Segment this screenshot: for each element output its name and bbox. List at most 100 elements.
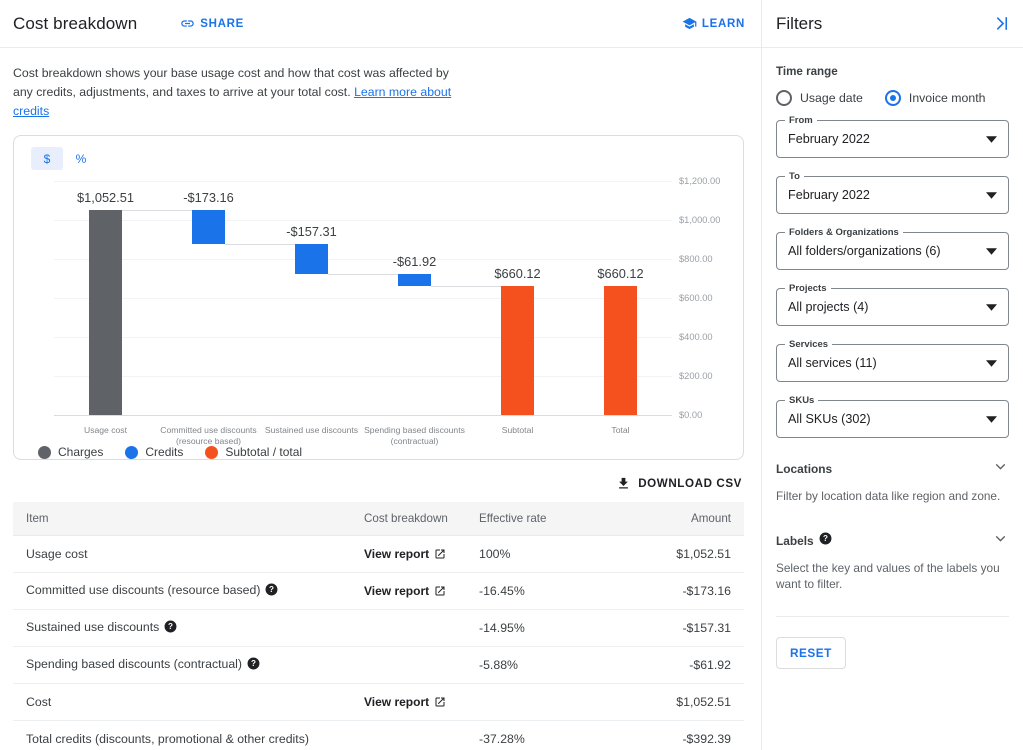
view-report-link[interactable]: View report — [364, 547, 446, 561]
cell-item: Usage cost — [13, 535, 364, 573]
y-axis-tick: $1,200.00 — [679, 176, 721, 186]
waterfall-chart: $0.00 $200.00 $400.00 $600.00 $800.00 $1,000.… — [14, 169, 745, 424]
chart-bar[interactable] — [89, 209, 122, 415]
field-value: February 2022 — [788, 132, 870, 146]
table-body: Usage cost View report 100% $1,052.51 Commit… — [13, 535, 744, 750]
y-axis-tick: $600.00 — [679, 293, 713, 303]
chevron-down-icon — [986, 130, 997, 148]
legend-item[interactable]: Subtotal / total — [205, 445, 302, 459]
external-link-icon — [435, 697, 445, 706]
chevron-down-icon — [986, 186, 997, 204]
chart-bar[interactable] — [295, 243, 328, 275]
share-button[interactable]: SHARE — [180, 16, 244, 31]
column-header-amount: Amount — [624, 502, 744, 536]
y-axis-tick: $200.00 — [679, 371, 713, 381]
filter-select-to[interactable]: To February 2022 — [776, 171, 1009, 214]
chevron-down-icon[interactable] — [992, 530, 1009, 552]
page-title: Cost breakdown — [13, 13, 138, 33]
column-header-item: Item — [13, 502, 364, 536]
cell-item: Sustained use discounts? — [13, 609, 364, 647]
chevron-down-icon — [986, 242, 997, 260]
table-row: Cost View report $1,052.51 — [13, 683, 744, 721]
filters-body: Time range Usage date Invoice month From F… — [762, 48, 1023, 669]
external-link-icon — [435, 586, 445, 595]
bar-value-label: $1,052.51 — [77, 189, 134, 205]
help-icon[interactable]: ? — [164, 620, 177, 636]
sidebar-divider — [776, 616, 1009, 617]
view-report-link[interactable]: View report — [364, 584, 446, 598]
chevron-down-icon — [986, 354, 997, 372]
field-legend: SKUs — [785, 395, 819, 406]
filter-collapse-sections: Locations Filter by location data like re… — [776, 456, 1009, 592]
table-row: Committed use discounts (resource based)… — [13, 572, 744, 610]
field-legend: To — [785, 171, 804, 182]
y-axis-tick: $1,000.00 — [679, 215, 721, 225]
svg-text:?: ? — [823, 534, 828, 543]
legend-label: Charges — [58, 445, 104, 459]
chart-bar[interactable] — [192, 209, 225, 244]
filter-section-labels: Labels? Select the key and values of the … — [776, 528, 1009, 592]
svg-text:?: ? — [269, 585, 274, 594]
cell-item: Total credits (discounts, promotional & … — [13, 720, 364, 750]
cell-cost-breakdown — [364, 646, 479, 684]
radio-option[interactable]: Usage date — [776, 90, 877, 106]
field-legend: From — [785, 115, 817, 126]
y-axis-tick: $400.00 — [679, 332, 713, 342]
table-row: Sustained use discounts? -14.95% -$157.31 — [13, 609, 744, 647]
section-header[interactable]: Locations — [776, 458, 1009, 480]
radio-button[interactable] — [776, 90, 792, 106]
filter-select-folders-organizations[interactable]: Folders & Organizations All folders/organ… — [776, 227, 1009, 270]
page-description: Cost breakdown shows your base usage cos… — [0, 48, 470, 121]
field-value: All SKUs (302) — [788, 412, 871, 426]
x-axis-label: Total — [611, 425, 630, 435]
help-icon[interactable]: ? — [265, 583, 278, 599]
filter-fields: From February 2022 To February 2022 Folders … — [776, 115, 1009, 438]
column-header-effective-rate: Effective rate — [479, 502, 624, 536]
cell-item: Spending based discounts (contractual)? — [13, 646, 364, 684]
filter-select-skus[interactable]: SKUs All SKUs (302) — [776, 395, 1009, 438]
legend-item[interactable]: Charges — [38, 445, 103, 459]
legend-color-dot — [125, 445, 139, 459]
table-row: Total credits (discounts, promotional & … — [13, 720, 744, 750]
chart-bar[interactable] — [501, 286, 534, 415]
radio-label: Invoice month — [908, 91, 986, 105]
section-description: Select the key and values of the labels … — [776, 561, 1000, 591]
bar-value-label: -$173.16 — [183, 189, 234, 205]
cell-amount: -$173.16 — [624, 572, 744, 610]
chart-bar[interactable] — [604, 286, 637, 415]
radio-button[interactable] — [884, 90, 901, 106]
main-content: Cost breakdown SHARE LEARN Cost breakdow… — [0, 0, 761, 750]
radio-option[interactable]: Invoice month — [884, 90, 1000, 106]
help-icon[interactable]: ? — [819, 532, 832, 550]
learn-button[interactable]: LEARN — [682, 16, 749, 31]
chart-legend: Charges Credits Subtotal / total — [38, 445, 302, 459]
table-row: Usage cost View report 100% $1,052.51 — [13, 535, 744, 573]
view-report-link[interactable]: View report — [364, 695, 446, 709]
cell-effective-rate: -5.88% — [479, 646, 624, 684]
field-legend: Services — [785, 339, 833, 350]
filter-select-projects[interactable]: Projects All projects (4) — [776, 283, 1009, 326]
radio-label: Usage date — [800, 91, 863, 105]
section-header[interactable]: Labels? — [776, 530, 1009, 552]
toggle-percent[interactable]: % — [65, 147, 97, 170]
svg-text:?: ? — [168, 622, 173, 631]
download-csv-button[interactable]: DOWNLOAD CSV — [616, 476, 742, 491]
chevron-down-icon[interactable] — [992, 458, 1009, 480]
table-row: Spending based discounts (contractual)? -… — [13, 646, 744, 684]
filter-select-from[interactable]: From February 2022 — [776, 115, 1009, 158]
cell-item: Committed use discounts (resource based)… — [13, 572, 364, 610]
link-icon — [180, 16, 195, 31]
chevron-down-icon — [986, 298, 997, 316]
external-link-icon — [435, 549, 445, 558]
legend-item[interactable]: Credits — [125, 445, 183, 459]
cost-breakdown-table: Item Cost breakdown Effective rate Amoun… — [13, 502, 744, 750]
filter-section-locations: Locations Filter by location data like re… — [776, 456, 1009, 504]
chart-bar[interactable] — [398, 274, 431, 287]
school-icon — [682, 16, 697, 31]
reset-button[interactable]: RESET — [776, 637, 846, 669]
toggle-currency[interactable]: $ — [31, 147, 63, 170]
filter-select-services[interactable]: Services All services (11) — [776, 339, 1009, 382]
help-icon[interactable]: ? — [247, 657, 260, 673]
cell-effective-rate — [479, 683, 624, 721]
collapse-panel-icon[interactable] — [992, 14, 1011, 33]
